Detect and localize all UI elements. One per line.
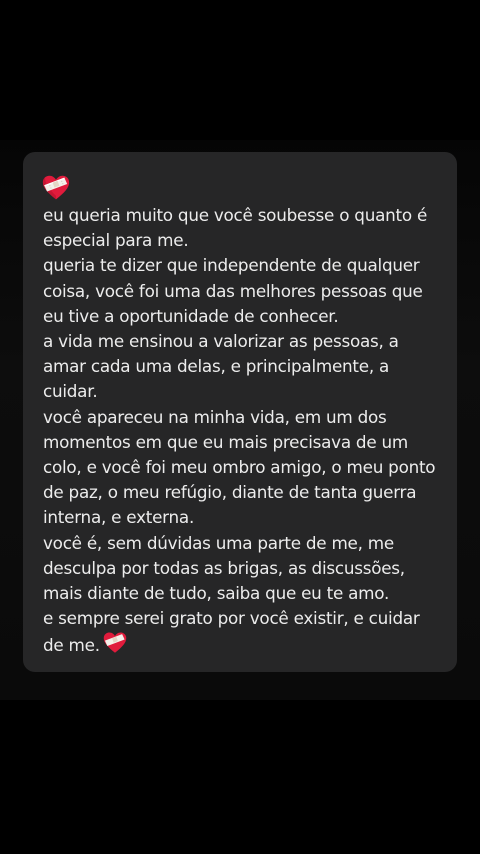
screen: eu queria muito que você soubesse o quan… [0,0,480,854]
note-paragraph-4: você apareceu na minha vida, em um dos m… [43,406,436,528]
note-paragraph-3: a vida me ensinou a valorizar as pessoas… [43,331,399,402]
note-body: eu queria muito que você soubesse o quan… [43,203,437,659]
note-last-text: e sempre serei grato por você existir, e… [43,608,420,656]
note-paragraph-6: e sempre serei grato por você existir, e… [43,606,437,658]
mending-heart-icon [42,175,70,200]
note-paragraph-1: eu queria muito que você soubesse o quan… [43,205,428,251]
note-paragraph-5: você é, sem dúvidas uma parte de me, me … [43,532,405,604]
note-paragraph-2: queria te dizer que independente de qual… [43,255,423,326]
mending-heart-icon [103,632,127,654]
note-card: eu queria muito que você soubesse o quan… [23,152,457,672]
